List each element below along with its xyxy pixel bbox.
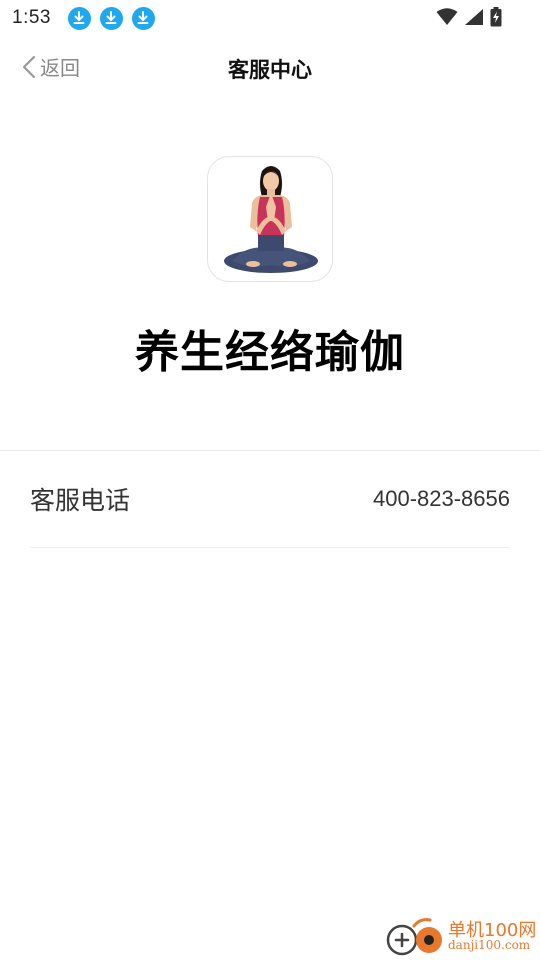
battery-charging-icon: [490, 7, 502, 27]
watermark: 单机100网 danji100.com: [384, 914, 540, 960]
nav-bar: 返回 客服中心: [0, 44, 540, 90]
status-icons: [436, 7, 502, 27]
app-name: 养生经络瑜伽: [135, 328, 405, 377]
status-time: 1:53: [12, 7, 51, 28]
download-icon: [131, 6, 155, 30]
app-icon: [207, 156, 333, 282]
customer-service-phone-row[interactable]: 客服电话 400-823-8656: [30, 451, 510, 548]
phone-label: 客服电话: [30, 487, 131, 515]
watermark-logo-icon: [386, 918, 442, 956]
status-bar: 1:53: [0, 0, 540, 36]
download-icon: [67, 6, 91, 30]
watermark-text-en: danji100.com: [448, 938, 531, 952]
phone-number[interactable]: 400-823-8656: [373, 486, 510, 512]
download-icon: [99, 6, 123, 30]
page-title: 客服中心: [228, 59, 312, 82]
yoga-woman-meditating-icon: [224, 166, 318, 273]
cell-signal-icon: [465, 9, 483, 25]
wifi-icon: [436, 8, 458, 25]
